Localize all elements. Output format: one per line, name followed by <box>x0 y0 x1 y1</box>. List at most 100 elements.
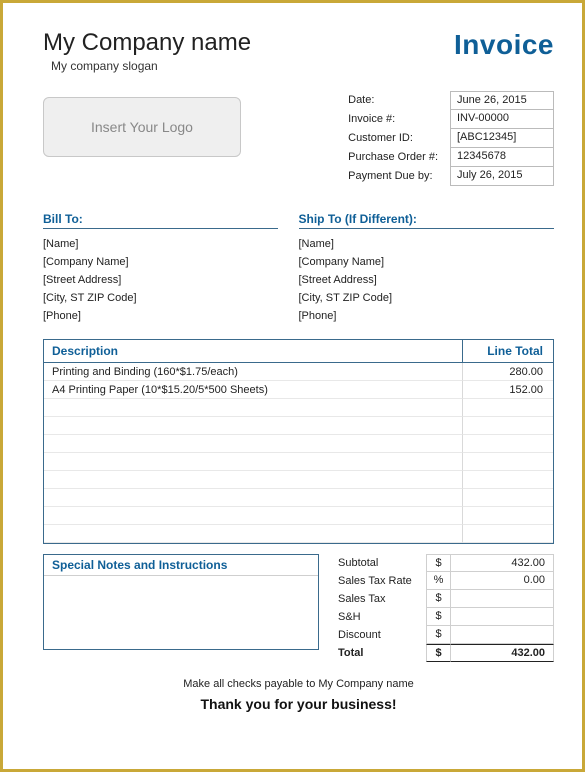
ship-to-company[interactable]: [Company Name] <box>299 253 555 271</box>
salestax-label: Sales Tax <box>334 593 426 605</box>
line-item-total[interactable] <box>463 417 553 435</box>
meta-labels: Date: Invoice #: Customer ID: Purchase O… <box>348 91 450 186</box>
ship-to-phone[interactable]: [Phone] <box>299 307 555 325</box>
company-name: My Company name <box>43 29 251 57</box>
thankyou-text: Thank you for your business! <box>43 696 554 712</box>
subtotal-label: Subtotal <box>334 557 426 569</box>
line-item-description[interactable] <box>44 471 463 489</box>
totals-row-taxrate: Sales Tax Rate % 0.00 <box>334 572 554 590</box>
line-item-row <box>44 507 553 525</box>
meta-value-date[interactable]: June 26, 2015 <box>450 91 554 110</box>
meta-value-invoice-no[interactable]: INV-00000 <box>450 110 554 129</box>
meta-label-customer-id: Customer ID: <box>348 129 438 148</box>
line-item-total[interactable] <box>463 399 553 417</box>
payable-text: Make all checks payable to My Company na… <box>43 678 554 690</box>
col-header-line-total: Line Total <box>463 340 553 362</box>
company-block: My Company name My company slogan <box>43 29 251 73</box>
line-item-description[interactable] <box>44 507 463 525</box>
meta-label-due: Payment Due by: <box>348 167 438 186</box>
line-items-header: Description Line Total <box>44 340 553 363</box>
line-item-description[interactable] <box>44 525 463 543</box>
line-item-total[interactable] <box>463 525 553 543</box>
line-item-description[interactable] <box>44 453 463 471</box>
line-items-table: Description Line Total Printing and Bind… <box>43 339 554 544</box>
totals-row-discount: Discount $ <box>334 626 554 644</box>
bill-to-phone[interactable]: [Phone] <box>43 307 299 325</box>
notes-heading: Special Notes and Instructions <box>44 555 318 576</box>
line-item-row <box>44 399 553 417</box>
line-items-body: Printing and Binding (160*$1.75/each)280… <box>44 363 553 543</box>
bill-to-street[interactable]: [Street Address] <box>43 271 299 289</box>
subtotal-value: 432.00 <box>450 554 554 572</box>
ship-to-street[interactable]: [Street Address] <box>299 271 555 289</box>
line-item-row <box>44 453 553 471</box>
invoice-document: My Company name My company slogan Invoic… <box>0 0 585 772</box>
totals-row-total: Total $ 432.00 <box>334 644 554 662</box>
line-item-description[interactable]: A4 Printing Paper (10*$15.20/5*500 Sheet… <box>44 381 463 399</box>
logo-placeholder[interactable]: Insert Your Logo <box>43 97 241 157</box>
line-item-total[interactable]: 280.00 <box>463 363 553 381</box>
invoice-meta: Date: Invoice #: Customer ID: Purchase O… <box>348 91 554 186</box>
company-slogan: My company slogan <box>51 59 251 73</box>
subtotal-unit: $ <box>426 554 450 572</box>
ship-to-name[interactable]: [Name] <box>299 235 555 253</box>
meta-values: June 26, 2015 INV-00000 [ABC12345] 12345… <box>450 91 554 186</box>
bottom-row: Special Notes and Instructions Subtotal … <box>43 554 554 662</box>
line-item-row <box>44 435 553 453</box>
bill-to-company[interactable]: [Company Name] <box>43 253 299 271</box>
logo-placeholder-text: Insert Your Logo <box>91 119 193 135</box>
taxrate-value[interactable]: 0.00 <box>450 572 554 590</box>
discount-label: Discount <box>334 629 426 641</box>
totals-row-sh: S&H $ <box>334 608 554 626</box>
totals-block: Subtotal $ 432.00 Sales Tax Rate % 0.00 … <box>334 554 554 662</box>
bill-to-heading: Bill To: <box>43 212 278 229</box>
sh-unit: $ <box>426 608 450 626</box>
notes-box[interactable]: Special Notes and Instructions <box>43 554 319 650</box>
bill-to-block: Bill To: [Name] [Company Name] [Street A… <box>43 212 299 325</box>
bill-to-citystzip[interactable]: [City, ST ZIP Code] <box>43 289 299 307</box>
ship-to-heading: Ship To (If Different): <box>299 212 555 229</box>
line-item-row: A4 Printing Paper (10*$15.20/5*500 Sheet… <box>44 381 553 399</box>
meta-value-po[interactable]: 12345678 <box>450 148 554 167</box>
line-item-description[interactable] <box>44 489 463 507</box>
meta-label-po: Purchase Order #: <box>348 148 438 167</box>
line-item-total[interactable] <box>463 435 553 453</box>
sh-value[interactable] <box>450 608 554 626</box>
line-item-row <box>44 525 553 543</box>
salestax-value <box>450 590 554 608</box>
salestax-unit: $ <box>426 590 450 608</box>
line-item-description[interactable] <box>44 417 463 435</box>
line-item-total[interactable] <box>463 471 553 489</box>
meta-label-date: Date: <box>348 91 438 110</box>
line-item-row: Printing and Binding (160*$1.75/each)280… <box>44 363 553 381</box>
line-item-total[interactable] <box>463 507 553 525</box>
line-item-description[interactable] <box>44 435 463 453</box>
totals-row-salestax: Sales Tax $ <box>334 590 554 608</box>
col-header-description: Description <box>44 340 463 362</box>
bill-to-name[interactable]: [Name] <box>43 235 299 253</box>
taxrate-label: Sales Tax Rate <box>334 575 426 587</box>
meta-label-invoice-no: Invoice #: <box>348 110 438 129</box>
discount-unit: $ <box>426 626 450 644</box>
total-unit: $ <box>426 644 450 662</box>
line-item-row <box>44 471 553 489</box>
meta-value-customer-id[interactable]: [ABC12345] <box>450 129 554 148</box>
ship-to-citystzip[interactable]: [City, ST ZIP Code] <box>299 289 555 307</box>
total-value: 432.00 <box>450 644 554 662</box>
line-item-description[interactable]: Printing and Binding (160*$1.75/each) <box>44 363 463 381</box>
meta-value-due[interactable]: July 26, 2015 <box>450 167 554 186</box>
discount-value[interactable] <box>450 626 554 644</box>
taxrate-unit: % <box>426 572 450 590</box>
totals-row-subtotal: Subtotal $ 432.00 <box>334 554 554 572</box>
line-item-description[interactable] <box>44 399 463 417</box>
address-row: Bill To: [Name] [Company Name] [Street A… <box>43 212 554 325</box>
total-label: Total <box>334 647 426 659</box>
line-item-total[interactable] <box>463 489 553 507</box>
line-item-row <box>44 489 553 507</box>
ship-to-block: Ship To (If Different): [Name] [Company … <box>299 212 555 325</box>
sh-label: S&H <box>334 611 426 623</box>
top-info-row: Insert Your Logo Date: Invoice #: Custom… <box>43 91 554 186</box>
line-item-total[interactable] <box>463 453 553 471</box>
line-item-total[interactable]: 152.00 <box>463 381 553 399</box>
line-item-row <box>44 417 553 435</box>
